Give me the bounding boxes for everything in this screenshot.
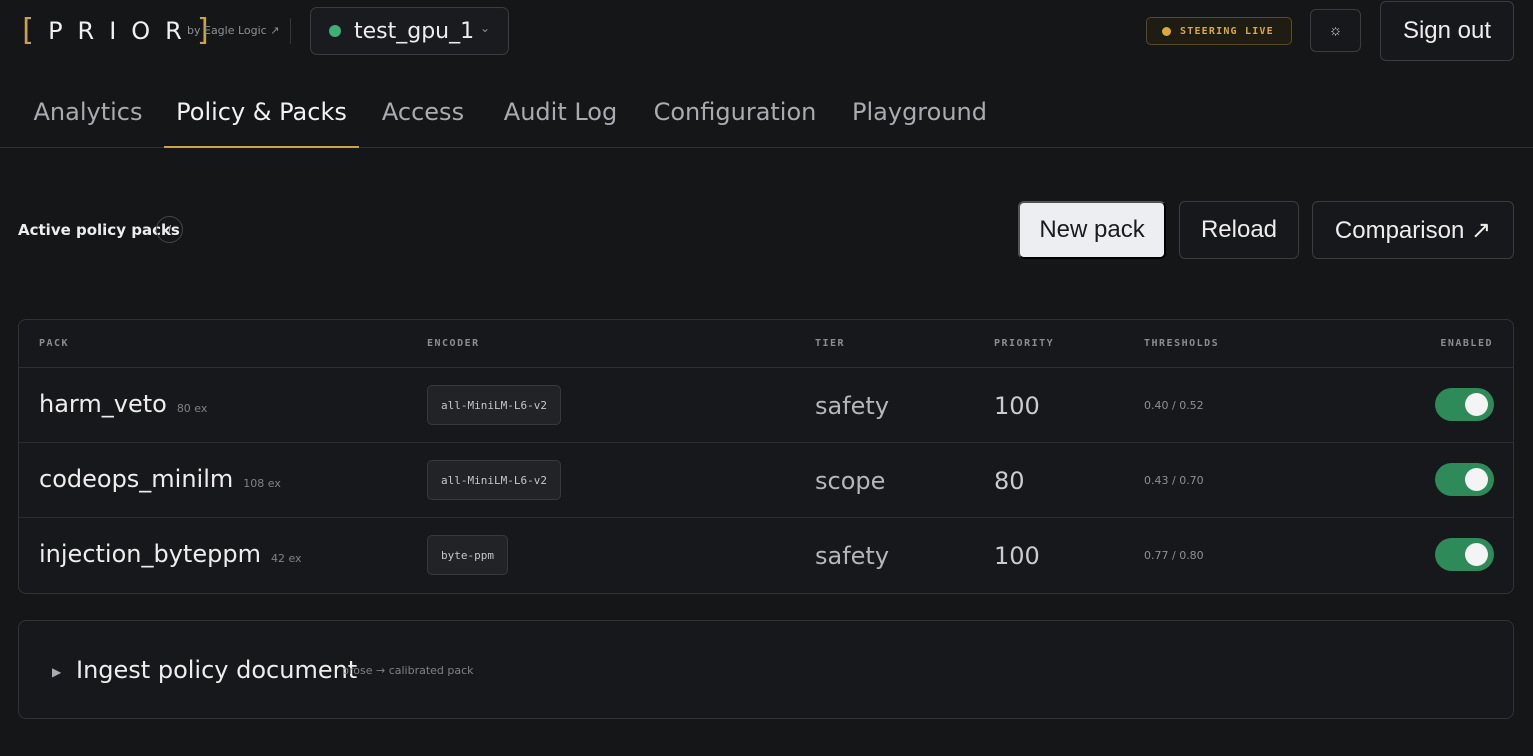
steering-live-badge: STEERING LIVE: [1146, 17, 1292, 45]
pack-example-count: 80 ex: [176, 402, 208, 415]
enabled-toggle[interactable]: [1435, 388, 1494, 421]
live-status-dot: [1162, 26, 1171, 36]
table-row: injection_byteppm 42 ex byte-ppm safety 1…: [19, 518, 1513, 593]
reload-button[interactable]: Reload: [1179, 201, 1299, 259]
column-header-thresholds: THRESHOLDS: [1144, 338, 1220, 349]
table-row: codeops_minilm 108 ex all-MiniLM-L6-v2 sc…: [19, 443, 1513, 518]
main-tabs: Analytics Policy & Packs Access Audit Lo…: [0, 88, 1533, 148]
ingest-policy-title: Ingest policy document: [76, 656, 358, 684]
pack-name[interactable]: harm_veto: [39, 390, 167, 418]
pack-thresholds: 0.43 / 0.70: [1144, 474, 1204, 487]
ingest-policy-panel[interactable]: ▶ Ingest policy document prose → calibra…: [18, 620, 1514, 719]
pack-tier: safety: [815, 392, 890, 420]
pack-thresholds: 0.40 / 0.52: [1144, 399, 1204, 412]
pack-tier: scope: [815, 467, 886, 495]
table-header: PACK ENCODER TIER PRIORITY THRESHOLDS EN…: [19, 320, 1513, 368]
prior-logo: [ PRIOR ]: [18, 16, 213, 46]
pack-example-count: 42 ex: [270, 552, 302, 565]
encoder-chip: all-MiniLM-L6-v2: [427, 460, 561, 500]
instance-name: test_gpu_1: [354, 18, 475, 44]
logo-wordmark: PRIOR: [48, 17, 197, 45]
column-header-tier: TIER: [815, 338, 846, 349]
table-row: harm_veto 80 ex all-MiniLM-L6-v2 safety 1…: [19, 368, 1513, 443]
comparison-button[interactable]: Comparison ↗: [1312, 201, 1514, 259]
column-header-pack: PACK: [39, 338, 70, 349]
policy-packs-table: PACK ENCODER TIER PRIORITY THRESHOLDS EN…: [18, 319, 1514, 594]
pack-tier: safety: [815, 542, 890, 570]
new-pack-button[interactable]: New pack: [1018, 201, 1166, 259]
enabled-toggle[interactable]: [1435, 538, 1494, 571]
column-header-encoder: ENCODER: [427, 338, 480, 349]
pack-priority: 100: [994, 542, 1040, 570]
tab-audit-log[interactable]: Audit Log: [494, 88, 627, 148]
pack-name[interactable]: codeops_minilm: [39, 465, 233, 493]
pack-priority: 100: [994, 392, 1040, 420]
encoder-chip: all-MiniLM-L6-v2: [427, 385, 561, 425]
tab-playground[interactable]: Playground: [843, 88, 996, 148]
tab-analytics[interactable]: Analytics: [18, 88, 158, 148]
enabled-toggle[interactable]: [1435, 463, 1494, 496]
column-header-priority: PRIORITY: [994, 338, 1055, 349]
logo-bracket-left: [: [18, 13, 37, 48]
pack-thresholds: 0.77 / 0.80: [1144, 549, 1204, 562]
steering-live-label: STEERING LIVE: [1180, 25, 1274, 37]
header-divider: [290, 18, 291, 44]
tab-policy-packs[interactable]: Policy & Packs: [164, 88, 359, 148]
toggle-knob: [1465, 543, 1488, 566]
sign-out-button[interactable]: Sign out: [1380, 1, 1514, 61]
tab-access[interactable]: Access: [370, 88, 476, 148]
pack-example-count: 108 ex: [243, 477, 281, 490]
toggle-knob: [1465, 468, 1488, 491]
encoder-chip: byte-ppm: [427, 535, 508, 575]
chevron-down-icon: ⌄: [479, 21, 490, 35]
ingest-policy-subtitle: prose → calibrated pack: [342, 664, 474, 677]
eagle-logic-link[interactable]: by Eagle Logic ↗: [187, 24, 279, 37]
instance-selector[interactable]: test_gpu_1 ⌄: [310, 7, 509, 55]
theme-toggle-button[interactable]: ☼: [1310, 9, 1361, 52]
sun-icon: ☼: [1328, 22, 1343, 39]
tab-configuration[interactable]: Configuration: [645, 88, 825, 148]
pack-priority: 80: [994, 467, 1025, 495]
expand-triangle-icon: ▶: [52, 665, 62, 679]
info-icon[interactable]: i: [156, 216, 183, 243]
instance-status-dot: [329, 25, 341, 37]
pack-name[interactable]: injection_byteppm: [39, 540, 261, 568]
toggle-knob: [1465, 393, 1488, 416]
column-header-enabled: ENABLED: [1440, 338, 1493, 349]
